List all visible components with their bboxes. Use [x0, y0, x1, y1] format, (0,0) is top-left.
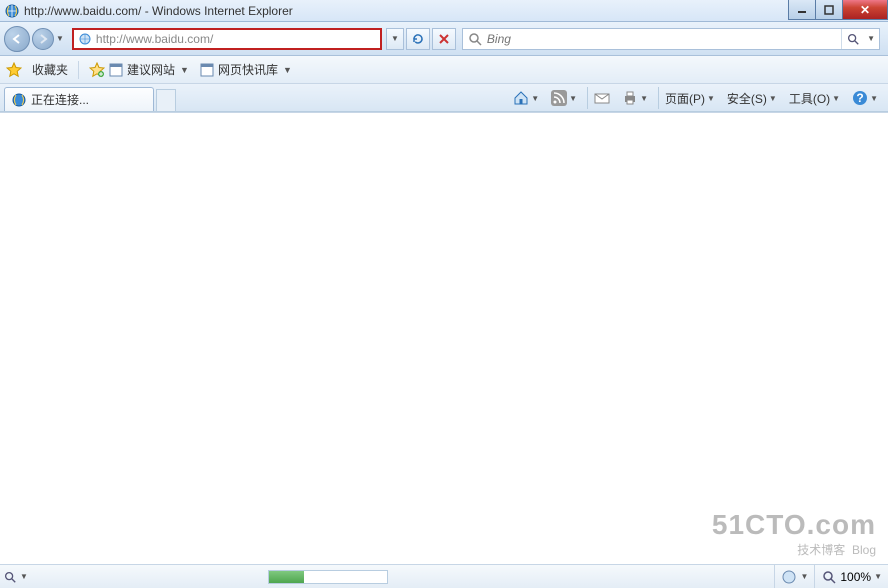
rss-icon	[551, 90, 567, 106]
web-slice-label: 网页快讯库	[218, 61, 278, 78]
favorites-bar: 收藏夹 建议网站 ▼ 网页快讯库 ▼	[0, 56, 888, 84]
zoom-control[interactable]: 100% ▼	[814, 565, 888, 588]
print-icon	[622, 90, 638, 106]
forward-button[interactable]	[32, 28, 54, 50]
mail-icon	[594, 90, 610, 106]
search-dropdown[interactable]: ▼	[863, 34, 879, 43]
home-button[interactable]: ▼	[509, 87, 543, 109]
address-dropdown[interactable]: ▼	[386, 28, 404, 50]
security-zone[interactable]: ▼	[774, 565, 814, 588]
home-icon	[513, 90, 529, 106]
add-favorite-icon	[89, 62, 105, 78]
page-icon	[199, 62, 215, 78]
tools-menu-label: 工具(O)	[789, 90, 830, 107]
page-content	[0, 112, 888, 564]
window-controls: ✕	[789, 0, 888, 20]
page-icon	[77, 31, 93, 47]
feeds-button[interactable]: ▼	[547, 87, 581, 109]
address-bar[interactable]	[72, 28, 382, 50]
favorites-star-icon[interactable]	[6, 62, 22, 78]
watermark: 51CTO.com 技术博客 Blog	[712, 509, 876, 558]
maximize-button[interactable]	[815, 0, 843, 20]
find-button[interactable]	[0, 570, 20, 584]
search-provider-icon	[467, 31, 483, 47]
title-bar: http://www.baidu.com/ - Windows Internet…	[0, 0, 888, 22]
print-button[interactable]: ▼	[618, 87, 652, 109]
tools-menu[interactable]: 工具(O)▼	[785, 87, 844, 109]
suggested-sites[interactable]: 建议网站 ▼	[89, 61, 189, 78]
web-slice-gallery[interactable]: 网页快讯库 ▼	[199, 61, 292, 78]
help-button[interactable]: ? ▼	[848, 87, 882, 109]
chevron-down-icon: ▼	[180, 65, 189, 75]
window-title: http://www.baidu.com/ - Windows Internet…	[24, 4, 789, 18]
safety-menu-label: 安全(S)	[727, 90, 767, 107]
page-icon	[108, 62, 124, 78]
tab-connecting[interactable]: 正在连接...	[4, 87, 154, 111]
zoom-dropdown[interactable]: ▼	[874, 572, 882, 581]
internet-zone-icon	[781, 569, 797, 585]
close-button[interactable]: ✕	[842, 0, 888, 20]
command-bar: ▼ ▼ ▼ 页面(P)▼ 安全(S)▼ 工具(O)▼ ? ▼	[509, 86, 882, 110]
chevron-down-icon: ▼	[283, 65, 292, 75]
find-dropdown[interactable]: ▼	[20, 572, 28, 581]
ie-icon	[4, 3, 20, 19]
page-menu-label: 页面(P)	[665, 90, 705, 107]
favorites-label[interactable]: 收藏夹	[32, 61, 68, 78]
tab-bar: 正在连接... ▼ ▼ ▼ 页面(P)▼ 安全(S)▼ 工具(O)▼ ? ▼	[0, 84, 888, 112]
help-icon: ?	[852, 90, 868, 106]
safety-menu[interactable]: 安全(S)▼	[723, 87, 781, 109]
watermark-line3: Blog	[852, 543, 876, 557]
back-button[interactable]	[4, 26, 30, 52]
watermark-line1: 51CTO.com	[712, 509, 876, 541]
page-menu[interactable]: 页面(P)▼	[658, 87, 719, 109]
status-bar: ▼ ▼ 100% ▼	[0, 564, 888, 588]
svg-text:?: ?	[856, 91, 863, 105]
ie-icon	[11, 92, 27, 108]
zoom-value: 100%	[840, 570, 871, 584]
tab-title: 正在连接...	[31, 91, 89, 108]
suggested-sites-label: 建议网站	[127, 61, 175, 78]
search-button[interactable]	[841, 29, 863, 49]
new-tab-button[interactable]	[156, 89, 176, 111]
navigation-bar: ▼ ▼ ▼	[0, 22, 888, 56]
minimize-button[interactable]	[788, 0, 816, 20]
refresh-button[interactable]	[406, 28, 430, 50]
url-input[interactable]	[96, 30, 380, 48]
zoom-icon	[821, 569, 837, 585]
recent-pages-dropdown[interactable]: ▼	[56, 34, 64, 43]
watermark-line2: 技术博客	[797, 543, 845, 557]
search-box[interactable]: ▼	[462, 28, 880, 50]
read-mail-button[interactable]	[587, 87, 614, 109]
stop-button[interactable]	[432, 28, 456, 50]
search-input[interactable]	[487, 32, 841, 46]
progress-bar	[268, 570, 388, 584]
